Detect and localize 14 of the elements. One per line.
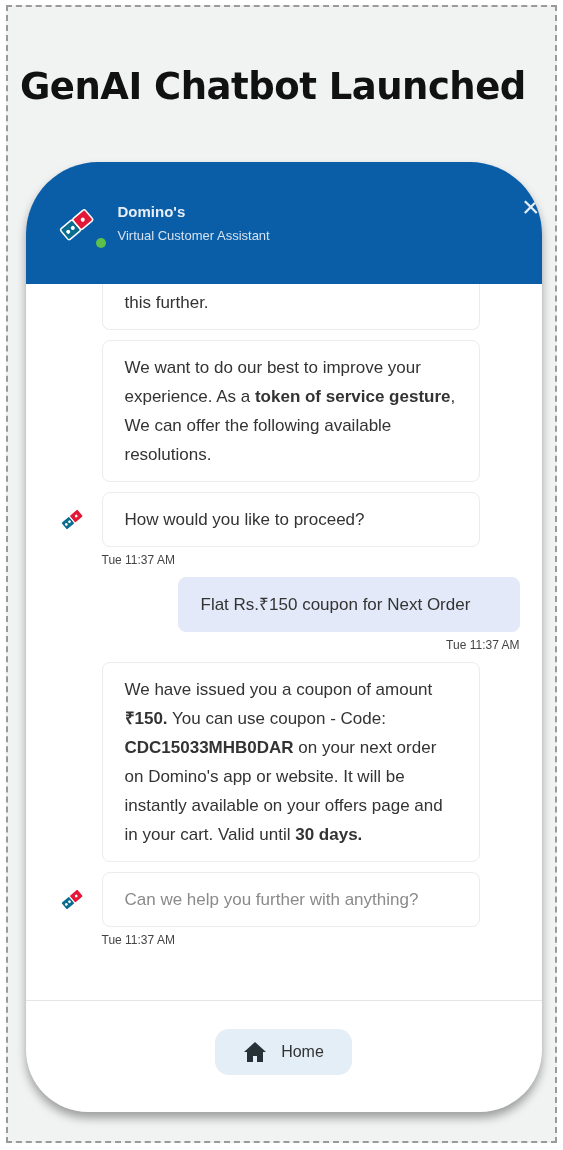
slide-title: GenAI Chatbot Launched <box>20 65 526 108</box>
bot-message: We want to do our best to improve your experience. As a token of service gesture, We can offer the following available resolutions. <box>101 340 480 482</box>
message-timestamp: Tue 11:37 AM <box>101 553 175 567</box>
bot-message: We have issued you a coupon of amount ₹150. You can use coupon - Code: CDC15033MHB0DAR on your next order on Domino's app or website. It will be instantly available on your offers page and in your cart. Valid until 30 days. <box>101 662 480 862</box>
user-message: Flat Rs.₹150 coupon for Next Order <box>177 577 520 632</box>
message-timestamp: Tue 11:37 AM <box>101 933 175 947</box>
chat-subtitle: Virtual Customer Assistant <box>117 228 270 243</box>
home-icon <box>243 1040 268 1063</box>
chat-title: Domino's <box>117 203 187 220</box>
message-timestamp: Tue 11:37 AM <box>446 638 520 652</box>
bot-message: How would you like to proceed? <box>101 492 480 547</box>
bot-message: Can we help you further with anything? <box>101 872 480 927</box>
bot-message: this further. <box>101 284 480 330</box>
home-button[interactable]: Home <box>215 1028 352 1075</box>
